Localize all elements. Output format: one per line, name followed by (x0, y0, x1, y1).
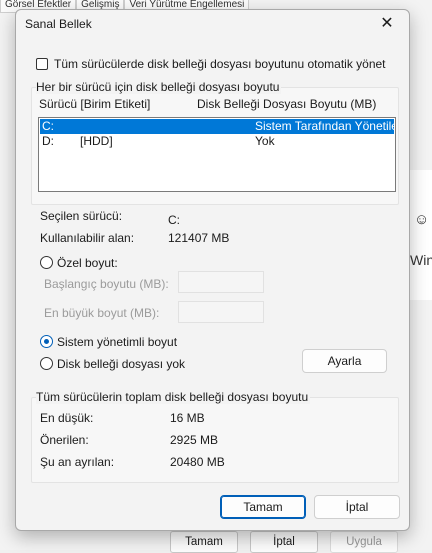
background-side-text: Wind (410, 252, 432, 268)
drive-letter: D: (42, 134, 54, 148)
title-bar: Sanal Bellek ✕ (16, 10, 409, 38)
column-header-size: Disk Belleği Dosyası Boyutu (MB) (197, 97, 377, 111)
current-label: Şu an ayrılan: (40, 455, 115, 469)
no-paging-radio[interactable] (40, 357, 53, 370)
paging-size: Yok (255, 134, 275, 148)
selected-drive-label: Seçilen sürücü: (40, 209, 123, 223)
smiley-icon: ☺ (414, 211, 430, 228)
max-size-label: En büyük boyut (MB): (44, 306, 160, 320)
system-managed-label[interactable]: Sistem yönetimli boyut (57, 335, 177, 349)
auto-manage-label[interactable]: Tüm sürücülerde disk belleği dosyası boy… (54, 57, 386, 71)
drive-row-c[interactable]: C: Sistem Tarafından Yönetilen (40, 119, 395, 134)
virtual-memory-dialog: Sanal Bellek ✕ Tüm sürücülerde disk bell… (15, 9, 410, 531)
background-side-panel (408, 170, 432, 300)
per-drive-group-title: Her bir sürücü için disk belleği dosyası… (36, 80, 282, 94)
column-header-drive: Sürücü [Birim Etiketi] (39, 97, 151, 111)
no-paging-label[interactable]: Disk belleği dosyası yok (57, 357, 185, 371)
minimum-label: En düşük: (40, 411, 94, 425)
initial-size-input[interactable] (178, 271, 264, 293)
drive-letter: C: (42, 119, 54, 133)
drive-list[interactable]: C: Sistem Tarafından Yönetilen D: [HDD] … (38, 117, 396, 192)
available-space-label: Kullanılabilir alan: (40, 231, 135, 245)
total-group-title: Tüm sürücülerin toplam disk belleği dosy… (36, 390, 311, 404)
cancel-button[interactable]: İptal (314, 495, 400, 519)
custom-size-label[interactable]: Özel boyut: (57, 256, 118, 270)
drive-row-d[interactable]: D: [HDD] Yok (40, 134, 394, 149)
recommended-label: Önerilen: (40, 433, 89, 447)
system-managed-radio[interactable] (40, 335, 53, 348)
paging-size: Sistem Tarafından Yönetilen (255, 119, 395, 133)
dialog-title: Sanal Bellek (25, 17, 92, 31)
set-button[interactable]: Ayarla (302, 349, 387, 373)
current-value: 20480 MB (170, 455, 225, 469)
custom-size-radio[interactable] (40, 256, 53, 269)
ok-button[interactable]: Tamam (220, 495, 306, 519)
minimum-value: 16 MB (170, 411, 205, 425)
volume-label: [HDD] (80, 134, 113, 148)
recommended-value: 2925 MB (170, 433, 219, 447)
initial-size-label: Başlangıç boyutu (MB): (44, 277, 169, 291)
close-icon[interactable]: ✕ (365, 10, 409, 38)
selected-drive-value: C: (168, 213, 180, 227)
available-space-value: 121407 MB (168, 231, 230, 245)
max-size-input[interactable] (178, 301, 264, 323)
auto-manage-checkbox[interactable] (36, 58, 48, 70)
